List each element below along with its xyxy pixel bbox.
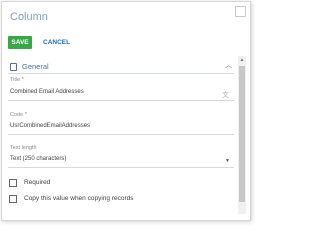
code-field-underline (8, 134, 234, 135)
section-title-general[interactable]: General (22, 62, 49, 71)
title-field-label: Title * (10, 77, 24, 83)
required-marker: * (21, 77, 24, 83)
copy-value-checkbox[interactable] (9, 195, 17, 203)
scrollbar-thumb[interactable] (239, 66, 245, 202)
translate-icon[interactable]: 文 (222, 90, 229, 100)
text-length-label: Text length (10, 145, 37, 151)
vertical-scrollbar[interactable]: ▲ (238, 56, 246, 214)
text-length-select[interactable]: Text (250 characters) (10, 156, 66, 162)
dialog-title: Column (10, 11, 48, 23)
required-checkbox-label: Required (24, 179, 51, 186)
title-field-underline (8, 100, 234, 101)
title-field-input[interactable]: Combined Email Addresses (10, 89, 84, 95)
code-field-input[interactable]: UsrCombinedEmailAddresses (10, 123, 90, 129)
column-dialog: Column SAVE CANCEL General ︿ Title * Com… (1, 1, 251, 221)
code-field-label: Code * (10, 112, 27, 118)
close-icon[interactable] (235, 6, 246, 17)
required-marker: * (24, 112, 27, 118)
section-divider (8, 73, 234, 74)
document-icon (10, 63, 17, 71)
code-label-text: Code (10, 112, 24, 118)
chevron-down-icon[interactable]: ▼ (225, 158, 230, 164)
scroll-up-icon[interactable]: ▲ (238, 56, 246, 64)
cancel-button[interactable]: CANCEL (43, 36, 70, 49)
title-label-text: Title (10, 77, 21, 83)
copy-value-checkbox-label: Copy this value when copying records (24, 195, 134, 202)
text-length-underline (8, 167, 234, 168)
chevron-up-icon[interactable]: ︿ (225, 60, 232, 70)
save-button[interactable]: SAVE (8, 36, 32, 49)
required-checkbox[interactable] (9, 179, 17, 187)
